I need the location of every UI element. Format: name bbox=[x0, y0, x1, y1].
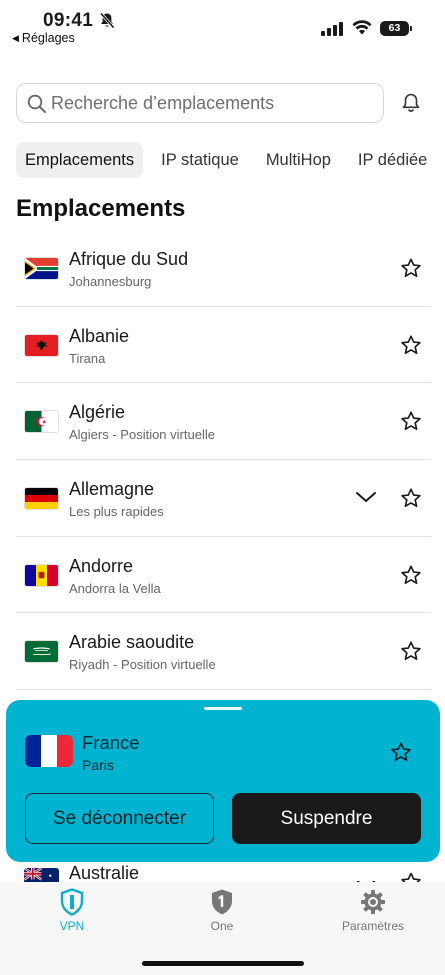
germany-flag-icon bbox=[24, 487, 59, 511]
battery-level: 63 bbox=[380, 21, 409, 36]
cellular-signal-icon bbox=[321, 22, 344, 41]
chevron-down-icon[interactable] bbox=[355, 489, 377, 510]
location-row[interactable]: Andorre Andorra la Vella bbox=[16, 537, 431, 614]
search-icon bbox=[27, 94, 46, 113]
australia-flag-icon bbox=[24, 868, 59, 882]
favorite-star-icon[interactable] bbox=[400, 640, 422, 667]
battery-tip bbox=[410, 26, 412, 31]
nav-vpn[interactable]: VPN bbox=[17, 888, 127, 933]
favorite-star-icon[interactable] bbox=[400, 410, 422, 437]
location-row[interactable]: Algérie Algiers - Position virtuelle bbox=[16, 383, 431, 461]
wifi-icon bbox=[352, 20, 372, 40]
algeria-flag-icon bbox=[24, 410, 59, 434]
location-country: Albanie bbox=[69, 325, 130, 346]
tab-ip-dediee[interactable]: IP dédiée bbox=[349, 142, 436, 178]
location-list: Afrique du Sud Johannesburg Albanie Tira… bbox=[16, 230, 431, 691]
disconnect-button[interactable]: Se déconnecter bbox=[25, 793, 214, 844]
south-africa-flag-icon bbox=[24, 257, 59, 280]
location-row[interactable]: Allemagne Les plus rapides bbox=[16, 460, 431, 537]
location-country: Andorre bbox=[69, 555, 134, 576]
one-shield-icon bbox=[212, 889, 232, 915]
search-input[interactable] bbox=[51, 88, 379, 118]
nav-one-label: One bbox=[210, 919, 234, 933]
favorite-star-icon[interactable] bbox=[400, 334, 422, 361]
france-flag-icon bbox=[25, 735, 73, 767]
location-country: Arabie saoudite bbox=[69, 632, 195, 653]
home-indicator bbox=[142, 961, 304, 966]
favorite-star-icon[interactable] bbox=[400, 257, 422, 284]
pause-button[interactable]: Suspendre bbox=[232, 793, 421, 844]
back-settings-label: Réglages bbox=[21, 31, 75, 45]
nav-parametres[interactable]: Paramètres bbox=[318, 888, 428, 933]
gear-icon bbox=[361, 890, 385, 914]
favorite-star-icon[interactable] bbox=[390, 741, 412, 768]
back-to-settings-link[interactable]: ◀ Réglages bbox=[12, 31, 75, 45]
location-row[interactable]: Afrique du Sud Johannesburg bbox=[16, 230, 431, 307]
location-row[interactable]: Albanie Tirana bbox=[16, 307, 431, 384]
andorra-flag-icon bbox=[24, 563, 59, 587]
location-country: Afrique du Sud bbox=[69, 249, 189, 269]
connected-city: Paris bbox=[82, 757, 114, 773]
location-tabs: Emplacements IP statique MultiHop IP déd… bbox=[16, 142, 445, 178]
location-country: Australie bbox=[69, 863, 140, 883]
panel-grabber[interactable] bbox=[204, 707, 242, 710]
nav-vpn-label: VPN bbox=[59, 919, 85, 933]
tab-emplacements[interactable]: Emplacements bbox=[16, 142, 144, 178]
section-title: Emplacements bbox=[16, 195, 186, 222]
location-row[interactable]: Arabie saoudite Riyadh - Position virtue… bbox=[16, 613, 431, 691]
location-city: Algiers - Position virtuelle bbox=[69, 427, 215, 443]
location-country: Allemagne bbox=[69, 479, 155, 500]
connection-panel: France Paris Se déconnecter Suspendre bbox=[6, 700, 440, 862]
nav-one[interactable]: One bbox=[167, 888, 277, 933]
saudi-arabia-flag-icon bbox=[24, 640, 59, 664]
vpn-shield-icon bbox=[60, 888, 84, 916]
status-bar: 09:41 ◀ Réglages 63 bbox=[0, 0, 445, 52]
tab-multihop[interactable]: MultiHop bbox=[257, 142, 340, 178]
location-country: Algérie bbox=[69, 402, 126, 423]
location-row-partial[interactable]: Australie bbox=[16, 862, 431, 886]
favorite-star-icon[interactable] bbox=[400, 487, 422, 514]
location-city: Andorra la Vella bbox=[69, 580, 161, 596]
location-city: Riyadh - Position virtuelle bbox=[69, 657, 216, 673]
status-time: 09:41 bbox=[43, 10, 94, 31]
albania-flag-icon bbox=[24, 333, 59, 357]
favorite-star-icon[interactable] bbox=[400, 564, 422, 591]
tab-ip-statique[interactable]: IP statique bbox=[152, 142, 248, 178]
search-box[interactable] bbox=[16, 83, 384, 123]
nav-parametres-label: Paramètres bbox=[341, 919, 405, 933]
location-city: Johannesburg bbox=[69, 274, 152, 289]
back-triangle-icon: ◀ bbox=[12, 33, 19, 43]
connected-country: France bbox=[82, 732, 140, 753]
location-city: Tirana bbox=[69, 350, 106, 366]
location-city: Les plus rapides bbox=[69, 504, 164, 520]
notification-bell-icon[interactable] bbox=[400, 92, 422, 119]
silent-bell-icon bbox=[99, 12, 115, 34]
